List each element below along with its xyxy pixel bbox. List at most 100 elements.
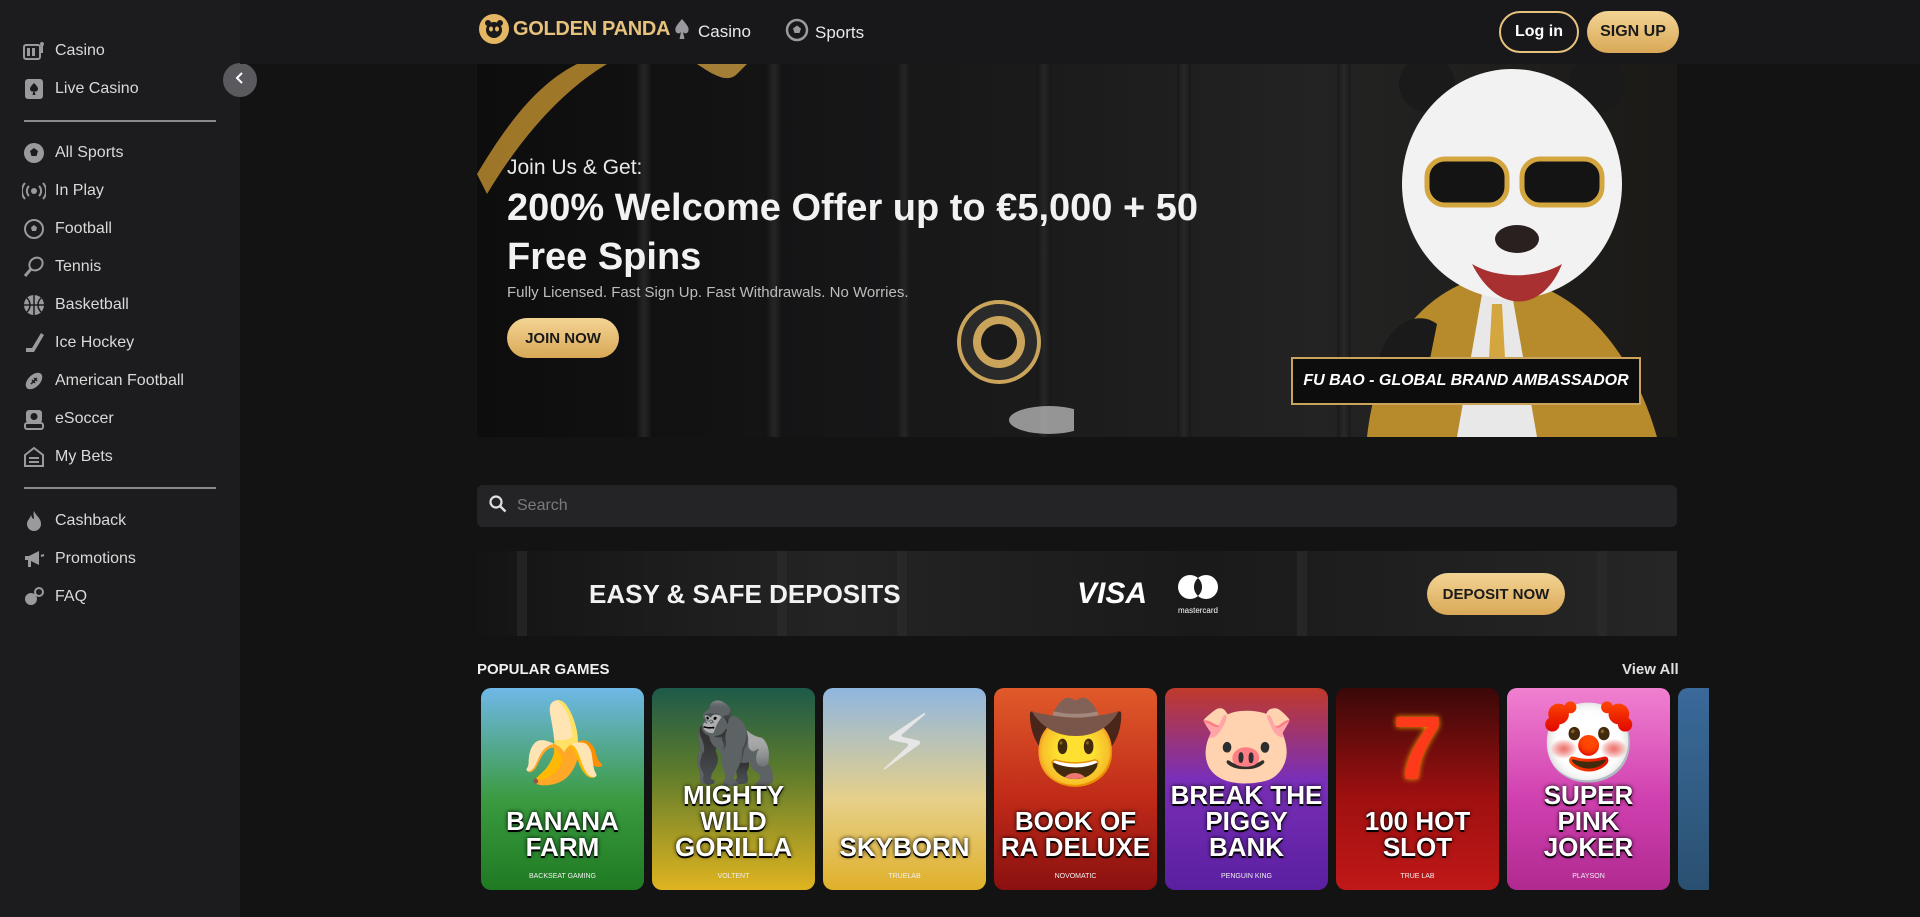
sidebar-item-all-sports[interactable]: All Sports <box>22 137 222 169</box>
sidebar-item-american-football[interactable]: American Football <box>22 365 222 397</box>
view-all-link[interactable]: View All <box>1622 661 1679 678</box>
game-tile-partial[interactable] <box>1678 688 1709 890</box>
ambassador-badge: FU BAO - GLOBAL BRAND AMBASSADOR <box>1291 357 1641 405</box>
sidebar-item-faq[interactable]: FAQ <box>22 581 222 613</box>
sidebar-item-cashback[interactable]: Cashback <box>22 505 222 537</box>
hero-subtitle: Join Us & Get: <box>507 156 643 179</box>
game-provider: PENGUIN KING <box>1221 873 1272 880</box>
spade-icon <box>672 18 692 45</box>
game-title: SUPER PINK JOKER <box>1543 780 1634 862</box>
hero-description: Fully Licensed. Fast Sign Up. Fast Withd… <box>507 284 909 301</box>
flame-icon <box>22 509 46 533</box>
logo-text: GOLDEN PANDA <box>513 17 671 40</box>
game-provider: VOLTENT <box>717 873 750 880</box>
sidebar-item-ice-hockey[interactable]: Ice Hockey <box>22 327 222 359</box>
game-provider: PLAYSON <box>1572 873 1605 880</box>
slot-machine-icon <box>22 39 46 63</box>
game-tile[interactable]: 🦍 MIGHTY WILD GORILLA VOLTENT <box>652 688 815 890</box>
logo[interactable]: GOLDEN PANDA <box>479 14 670 44</box>
sidebar-divider <box>24 487 216 489</box>
sidebar-item-promotions[interactable]: Promotions <box>22 543 222 575</box>
hockey-stick-icon <box>22 331 46 355</box>
game-provider: TRUE LAB <box>1400 873 1435 880</box>
sidebar: Casino Live Casino All Sports In Play Fo… <box>0 0 257 917</box>
sidebar-item-label: Live Casino <box>55 80 139 97</box>
nav-casino[interactable]: Casino <box>672 18 751 45</box>
sidebar-collapse-button[interactable] <box>223 63 257 97</box>
megaphone-icon <box>22 547 46 571</box>
tennis-racket-icon <box>22 255 46 279</box>
sidebar-item-live-casino[interactable]: Live Casino <box>22 73 222 105</box>
explorer-icon: 🤠 <box>1026 699 1125 787</box>
sidebar-item-label: Football <box>55 220 112 237</box>
game-tile[interactable]: 🤡 SUPER PINK JOKER PLAYSON <box>1507 688 1670 890</box>
sidebar-item-label: All Sports <box>55 144 124 161</box>
game-provider: NOVOMATIC <box>1054 873 1097 880</box>
sidebar-item-in-play[interactable]: In Play <box>22 175 222 207</box>
game-tile[interactable]: 7 100 HOT SLOT TRUE LAB <box>1336 688 1499 890</box>
nav-sports-label: Sports <box>815 22 865 42</box>
sidebar-item-label: eSoccer <box>55 410 114 427</box>
join-now-button[interactable]: JOIN NOW <box>507 318 619 358</box>
search-bar <box>477 485 1677 527</box>
esoccer-icon <box>22 407 46 431</box>
soccer-ball-icon <box>785 18 809 47</box>
signup-button[interactable]: SIGN UP <box>1587 11 1679 53</box>
game-title: SKYBORN <box>839 832 970 862</box>
sidebar-item-label: Basketball <box>55 296 129 313</box>
section-title: POPULAR GAMES <box>477 661 610 678</box>
bamboo-decor <box>517 551 527 636</box>
sidebar-item-label: Casino <box>55 42 105 59</box>
sidebar-item-label: My Bets <box>55 448 113 465</box>
game-provider: BACKSEAT GAMING <box>528 873 597 880</box>
american-football-icon <box>22 369 46 393</box>
game-provider: TRUELAB <box>888 873 921 880</box>
chevron-left-icon <box>234 71 246 90</box>
sidebar-item-tennis[interactable]: Tennis <box>22 251 222 283</box>
login-button[interactable]: Log in <box>1499 11 1579 53</box>
sidebar-item-label: Ice Hockey <box>55 334 135 351</box>
game-tile[interactable]: 🍌 BANANA FARM BACKSEAT GAMING <box>481 688 644 890</box>
game-tile[interactable]: 🤠 BOOK OF RA DELUXE NOVOMATIC <box>994 688 1157 890</box>
sidebar-item-label: In Play <box>55 182 104 199</box>
betslip-icon <box>22 445 46 469</box>
hero-banner: Join Us & Get: 200% Welcome Offer up to … <box>477 64 1677 437</box>
sidebar-item-label: Promotions <box>55 550 136 567</box>
nav-casino-label: Casino <box>698 21 751 41</box>
sidebar-item-basketball[interactable]: Basketball <box>22 289 222 321</box>
game-tile[interactable]: ⚡ SKYBORN TRUELAB <box>823 688 986 890</box>
broadcast-icon <box>22 179 46 203</box>
piggy-icon: 🐷 <box>1197 699 1296 787</box>
mastercard-label: mastercard <box>1177 606 1218 615</box>
deposit-banner: EASY & SAFE DEPOSITS VISA mastercard DEP… <box>477 551 1677 636</box>
zeus-icon: ⚡ <box>877 699 932 787</box>
spade-card-icon <box>22 77 46 101</box>
bamboo-decor <box>1597 551 1607 636</box>
deposit-now-button[interactable]: DEPOSIT NOW <box>1427 573 1565 615</box>
sidebar-item-my-bets[interactable]: My Bets <box>22 441 222 473</box>
sidebar-divider <box>24 120 216 122</box>
mastercard-logo: mastercard <box>1172 573 1224 615</box>
nav-sports[interactable]: Sports <box>785 18 864 47</box>
seven-icon: 7 <box>1392 699 1443 799</box>
visa-logo: VISA <box>1077 577 1148 610</box>
search-input[interactable] <box>517 497 1617 515</box>
casino-chip-icon <box>957 300 1074 434</box>
banana-icon: 🍌 <box>513 699 612 787</box>
bamboo-decor <box>1297 551 1307 636</box>
game-title: MIGHTY WILD GORILLA <box>675 780 792 862</box>
game-title: BOOK OF RA DELUXE <box>1000 806 1151 862</box>
sidebar-item-label: American Football <box>55 372 184 389</box>
game-title: BREAK THE PIGGY BANK <box>1170 780 1323 862</box>
sidebar-item-football[interactable]: Football <box>22 213 222 245</box>
football-icon <box>22 217 46 241</box>
sidebar-item-casino[interactable]: Casino <box>22 35 222 67</box>
games-carousel: 🍌 BANANA FARM BACKSEAT GAMING 🦍 MIGHTY W… <box>481 688 1709 890</box>
hero-title: 200% Welcome Offer up to €5,000 + 50 Fre… <box>507 187 1198 278</box>
sidebar-item-esoccer[interactable]: eSoccer <box>22 403 222 435</box>
game-title: BANANA FARM <box>506 806 619 862</box>
game-title: 100 HOT SLOT <box>1364 806 1471 862</box>
game-tile[interactable]: 🐷 BREAK THE PIGGY BANK PENGUIN KING <box>1165 688 1328 890</box>
search-icon <box>489 494 507 518</box>
basketball-icon <box>22 293 46 317</box>
